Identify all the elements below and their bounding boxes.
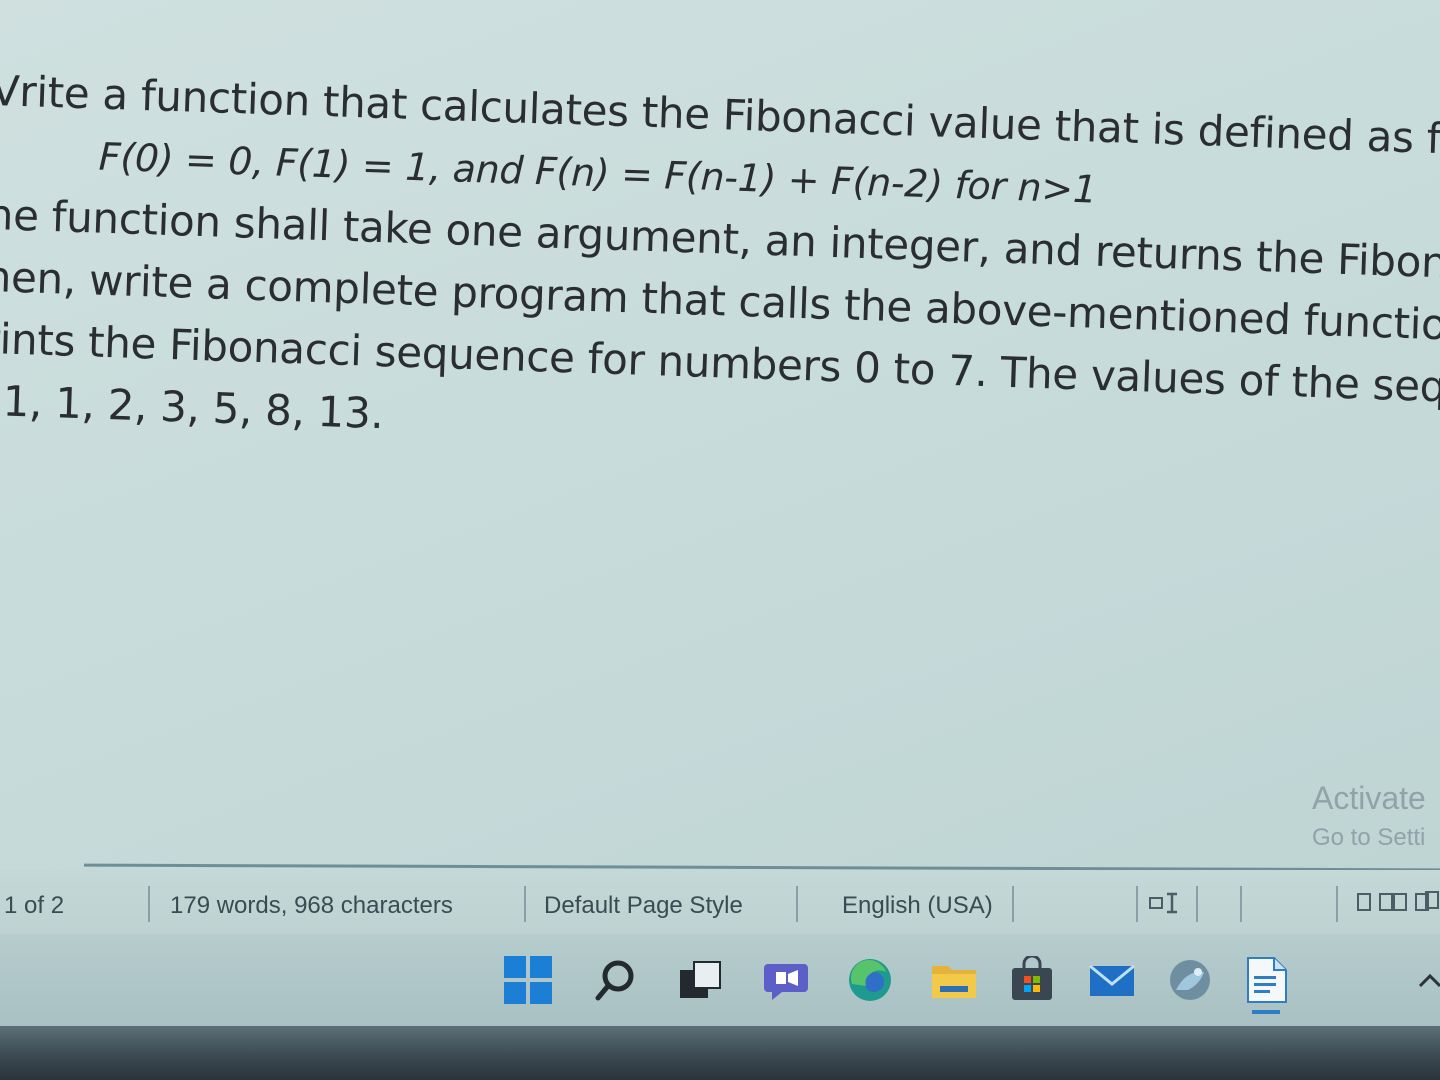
status-divider (524, 886, 526, 922)
status-divider (796, 886, 798, 922)
word-count[interactable]: 179 words, 968 characters (170, 888, 453, 924)
status-divider (148, 886, 150, 922)
watermark-subtitle: Go to Setti (1312, 824, 1426, 851)
watermark-title: Activate (1312, 780, 1426, 816)
monitor-bezel (0, 1026, 1440, 1080)
status-bar: 1 of 2 179 words, 968 characters Default… (0, 870, 1440, 934)
edge-browser-icon[interactable] (846, 956, 894, 1004)
search-icon[interactable] (590, 956, 638, 1004)
status-divider (1240, 886, 1242, 922)
microsoft-store-icon[interactable] (1008, 954, 1056, 1008)
page-view-icon[interactable] (1356, 888, 1440, 924)
document-area[interactable]: Vrite a function that calculates the Fib… (0, 0, 1440, 862)
teams-chat-icon[interactable] (762, 956, 810, 1004)
task-view-icon[interactable] (676, 956, 724, 1004)
mail-icon[interactable] (1088, 956, 1136, 1004)
chevron-up-icon[interactable] (1416, 956, 1440, 1004)
document-body: Vrite a function that calculates the Fib… (0, 60, 1440, 488)
status-divider (1136, 886, 1138, 922)
taskbar (0, 934, 1440, 1026)
windows-start-icon[interactable] (504, 956, 552, 1004)
status-divider (1012, 886, 1014, 922)
file-explorer-icon[interactable] (930, 956, 978, 1004)
libreoffice-writer-icon[interactable] (1242, 956, 1290, 1014)
status-divider (1336, 886, 1338, 922)
screen: Vrite a function that calculates the Fib… (0, 0, 1440, 1080)
language-selector[interactable]: English (USA) (842, 888, 993, 924)
page-style[interactable]: Default Page Style (544, 888, 743, 924)
page-count[interactable]: 1 of 2 (4, 888, 64, 924)
photos-icon[interactable] (1166, 956, 1214, 1004)
insert-mode-icon[interactable] (1148, 888, 1188, 924)
activate-windows-watermark: Activate Go to Setti (1312, 778, 1436, 858)
status-divider (1196, 886, 1198, 922)
